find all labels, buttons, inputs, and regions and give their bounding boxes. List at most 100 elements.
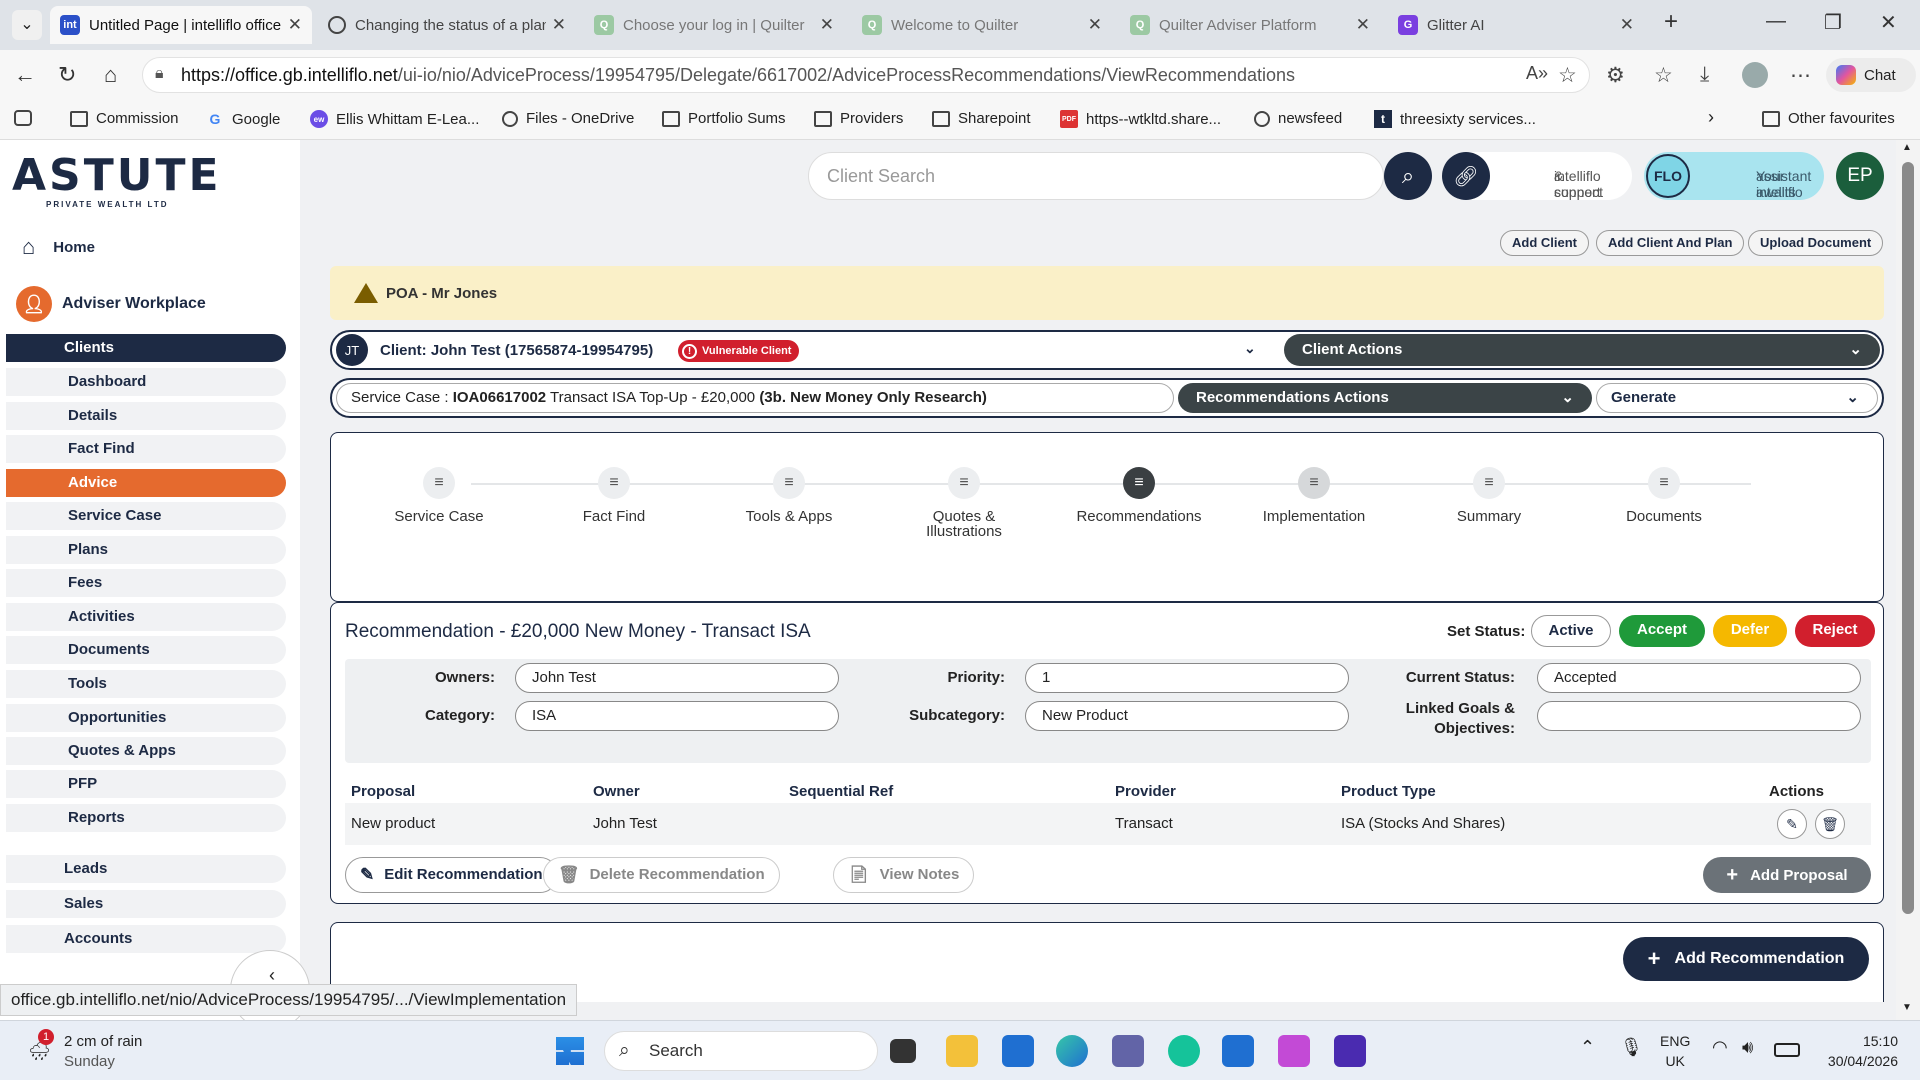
new-tab-icon[interactable]: +: [1664, 8, 1678, 36]
more-menu-icon[interactable]: ⋯: [1790, 63, 1811, 88]
step-summary[interactable]: ≡ Summary: [1409, 467, 1569, 524]
bookmark-wtkltd[interactable]: PDF https--wtkltd.share...: [1060, 110, 1221, 128]
client-name[interactable]: Client: John Test (17565874-19954795): [380, 342, 653, 359]
tab-glitter-ai[interactable]: G Glitter AI ✕: [1388, 6, 1644, 44]
subcategory-field[interactable]: New Product: [1025, 701, 1349, 731]
sidebar-group-leads[interactable]: Leads: [6, 855, 286, 883]
sidebar-item-plans[interactable]: Plans: [6, 536, 286, 564]
outlook-icon[interactable]: [1222, 1035, 1254, 1067]
tab-quilter-login[interactable]: Q Choose your log in | Quilter ✕: [584, 6, 844, 44]
scroll-down-icon[interactable]: ▼: [1902, 1002, 1912, 1013]
bookmark-providers[interactable]: Providers: [814, 110, 903, 127]
wifi-icon[interactable]: ◠: [1712, 1037, 1728, 1058]
grammarly-icon[interactable]: [1168, 1035, 1200, 1067]
owners-field[interactable]: John Test: [515, 663, 839, 693]
sidebar-group-accounts[interactable]: Accounts: [6, 925, 286, 953]
step-documents[interactable]: ≡ Documents: [1584, 467, 1744, 524]
copilot-chat-button[interactable]: Chat: [1826, 58, 1916, 92]
taskbar-search[interactable]: ⌕ Search: [604, 1031, 878, 1071]
close-tab-icon[interactable]: ✕: [552, 15, 566, 35]
reading-mode-icon[interactable]: [14, 110, 40, 126]
view-notes-button[interactable]: 📄︎ View Notes: [833, 857, 975, 893]
language-indicator[interactable]: ENG UK: [1660, 1031, 1690, 1071]
step-recommendations[interactable]: ≡ Recommendations: [1059, 467, 1219, 524]
clock[interactable]: 15:10 30/04/2026: [1812, 1031, 1898, 1071]
maximize-icon[interactable]: ❐: [1824, 10, 1842, 35]
minimize-icon[interactable]: —: [1766, 10, 1786, 33]
bookmark-ellis[interactable]: ew Ellis Whittam E-Lea...: [310, 110, 479, 128]
sidebar-item-advice[interactable]: Advice: [6, 469, 286, 497]
weather-widget[interactable]: 🌧︎ 1 2 cm of rain Sunday: [24, 1029, 184, 1073]
add-recommendation-button[interactable]: + Add Recommendation: [1623, 937, 1869, 981]
microphone-icon[interactable]: 🎙︎: [1620, 1037, 1643, 1058]
sidebar-home[interactable]: ⌂ Home: [22, 234, 95, 260]
tab-actions-chevron-icon[interactable]: ⌄: [12, 10, 42, 40]
close-tab-icon[interactable]: ✕: [1088, 15, 1102, 35]
windows-start-icon[interactable]: [556, 1037, 584, 1065]
edit-proposal-button[interactable]: ✎: [1777, 809, 1807, 839]
file-explorer-icon[interactable]: [946, 1035, 978, 1067]
sidebar-item-quotes-apps[interactable]: Quotes & Apps: [6, 737, 286, 765]
sidebar-adviser-workplace[interactable]: 👤︎ Adviser Workplace: [16, 286, 206, 322]
edge-icon[interactable]: [1056, 1035, 1088, 1067]
search-button[interactable]: ⌕: [1384, 152, 1432, 200]
snipping-tool-icon[interactable]: [1278, 1035, 1310, 1067]
bookmark-commission[interactable]: Commission: [70, 110, 179, 127]
step-fact-find[interactable]: ≡ Fact Find: [534, 467, 694, 524]
back-icon[interactable]: ←: [14, 62, 36, 88]
favorites-list-icon[interactable]: ☆: [1654, 63, 1673, 88]
client-search-input[interactable]: Client Search: [808, 152, 1384, 200]
close-tab-icon[interactable]: ✕: [288, 15, 302, 35]
close-tab-icon[interactable]: ✕: [1356, 15, 1370, 35]
favorite-star-icon[interactable]: ☆: [1558, 63, 1577, 88]
volume-icon[interactable]: 🔊︎: [1742, 1037, 1753, 1058]
close-tab-icon[interactable]: ✕: [820, 15, 834, 35]
sidebar-item-service-case[interactable]: Service Case: [6, 502, 286, 530]
step-tools-apps[interactable]: ≡ Tools & Apps: [709, 467, 869, 524]
scroll-up-icon[interactable]: ▲: [1902, 142, 1912, 153]
scrollbar-thumb[interactable]: [1902, 162, 1914, 914]
download-icon[interactable]: ⤓: [1700, 63, 1709, 87]
task-view-icon[interactable]: [890, 1039, 916, 1063]
add-proposal-button[interactable]: + Add Proposal: [1703, 857, 1871, 893]
sidebar-item-fact-find[interactable]: Fact Find: [6, 435, 286, 463]
store-icon[interactable]: [1002, 1035, 1034, 1067]
status-defer-button[interactable]: Defer: [1713, 615, 1787, 647]
tab-intelliflo[interactable]: int Untitled Page | intelliflo office ✕: [50, 6, 312, 44]
tray-chevron-icon[interactable]: ⌃: [1580, 1037, 1595, 1058]
vulnerable-client-badge[interactable]: ! Vulnerable Client: [678, 340, 800, 362]
client-actions-dropdown[interactable]: Client Actions ⌄: [1284, 334, 1880, 366]
recommendations-actions-dropdown[interactable]: Recommendations Actions ⌄: [1178, 383, 1592, 413]
step-implementation[interactable]: ≡ Implementation: [1234, 467, 1394, 524]
bookmark-threesixty[interactable]: t threesixty services...: [1374, 110, 1536, 128]
tab-welcome-quilter[interactable]: Q Welcome to Quilter ✕: [852, 6, 1112, 44]
user-avatar[interactable]: EP: [1836, 152, 1884, 200]
sidebar-item-reports[interactable]: Reports: [6, 804, 286, 832]
edit-recommendation-button[interactable]: ✎ Edit Recommendation: [345, 857, 558, 893]
step-service-case[interactable]: ≡ Service Case: [359, 467, 519, 524]
read-aloud-icon[interactable]: A»: [1526, 63, 1548, 84]
status-accept-button[interactable]: Accept: [1619, 615, 1705, 647]
client-expand-chevron-icon[interactable]: ⌄: [1244, 340, 1256, 357]
bookmark-other-favourites[interactable]: Other favourites: [1762, 110, 1895, 127]
upload-document-button[interactable]: Upload Document: [1748, 230, 1884, 256]
refresh-icon[interactable]: ↻: [58, 62, 76, 88]
page-scrollbar[interactable]: ▲ ▼: [1896, 140, 1920, 1020]
home-icon[interactable]: ⌂: [104, 62, 117, 88]
tab-changing-status[interactable]: Changing the status of a plan ✕: [318, 6, 576, 44]
status-active-button[interactable]: Active: [1531, 615, 1611, 647]
status-reject-button[interactable]: Reject: [1795, 615, 1875, 647]
linked-goals-field[interactable]: [1537, 701, 1861, 731]
profile-icon[interactable]: [1742, 62, 1768, 88]
teams-icon[interactable]: [1112, 1035, 1144, 1067]
sidebar-item-opportunities[interactable]: Opportunities: [6, 704, 286, 732]
more-bookmarks-chevron-icon[interactable]: ›: [1708, 107, 1714, 128]
tab-quilter-adviser[interactable]: Q Quilter Adviser Platform ✕: [1120, 6, 1380, 44]
sidebar-group-sales[interactable]: Sales: [6, 890, 286, 918]
add-client-button[interactable]: Add Client: [1500, 230, 1589, 256]
sidebar-item-pfp[interactable]: PFP: [6, 770, 286, 798]
bookmark-google[interactable]: G Google: [206, 110, 281, 128]
sidebar-item-tools[interactable]: Tools: [6, 670, 286, 698]
sidebar-item-clients[interactable]: Clients: [6, 334, 286, 362]
bookmark-newsfeed[interactable]: newsfeed: [1254, 110, 1342, 127]
